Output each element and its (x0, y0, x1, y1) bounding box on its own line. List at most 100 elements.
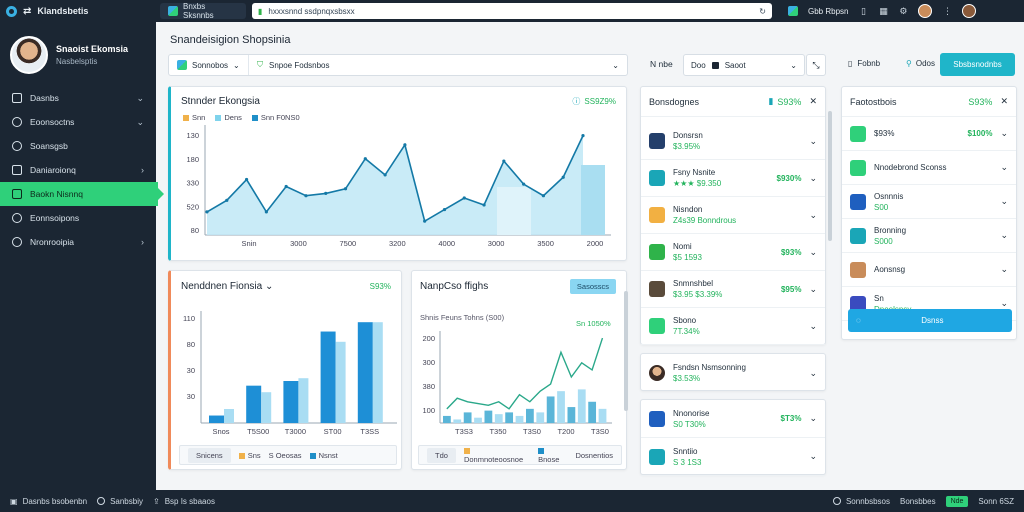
combo-chart: 200 300 380 100 T3S3 T350 T3S0 T200 T3S0 (422, 331, 612, 436)
collapse-button[interactable]: ⤡ (806, 54, 826, 76)
chevron-down-icon[interactable]: ⌄ (1000, 162, 1008, 173)
status-mid[interactable]: Sanbsbiy (97, 497, 143, 506)
grid-icon[interactable]: ▦ (878, 6, 888, 16)
app-brand[interactable]: ⇄ Klandsbetis (0, 5, 160, 17)
chevron-down-icon[interactable]: ⌄ (1000, 128, 1008, 139)
list-item[interactable]: $93% $100% ⌄ (842, 117, 1016, 151)
status-mid-2[interactable]: ⇪ Bsp Is sbaaos (153, 497, 215, 506)
status-right-2[interactable]: Bonsbbes (900, 497, 936, 506)
status-badge[interactable]: Nde (945, 495, 969, 507)
y-tick-label: 130 (186, 131, 199, 140)
chevron-down-icon[interactable]: ⌄ (809, 368, 817, 379)
profile-app-icon (788, 6, 798, 16)
footer-button[interactable]: Snicens (188, 447, 231, 463)
sidebar-item[interactable]: Eoonsoctns ⌄ (0, 110, 156, 134)
item-name: Nisndon (673, 205, 703, 214)
refresh-icon[interactable]: ↻ (759, 7, 766, 16)
url-text: hxxxsnnd ssdpnqxsbsxx (268, 6, 355, 16)
chevron-down-icon[interactable]: ⌄ (809, 136, 817, 147)
account-label[interactable]: Gbb Rbpsn (808, 7, 848, 16)
bar (588, 401, 597, 423)
item-sub: $5 1593 (673, 253, 702, 262)
sidebar-item[interactable]: Daniaroionq › (0, 158, 156, 182)
document-icon[interactable]: ▯ (858, 6, 868, 16)
data-point (482, 203, 486, 207)
item-name: Snntiio (673, 446, 698, 456)
list-item[interactable]: Nnodebrond Sconss ⌄ (842, 151, 1016, 185)
bar (557, 391, 565, 423)
options-link[interactable]: ⚲ Odos (906, 59, 935, 68)
primary-action-button[interactable]: Sbsbsnodnbs (940, 53, 1015, 76)
status-right-1[interactable]: Sonnbsbsos (832, 497, 890, 506)
chevron-down-icon[interactable]: ⌄ (1000, 196, 1008, 207)
sidebar-item[interactable]: Soansgsb (0, 134, 156, 158)
chevron-down-icon[interactable]: ⌄ (1000, 264, 1008, 275)
chevron-down-icon[interactable]: ⌄ (809, 173, 817, 184)
sidebar-item[interactable]: Dasnbs ⌄ (0, 86, 156, 110)
sidebar-item[interactable]: Eonnsoipons (0, 206, 156, 230)
app-icon (649, 207, 665, 223)
settings-icon[interactable]: ⚙ (898, 6, 908, 16)
list-item[interactable]: Nnonorise S0 T30% $T3% ⌄ (641, 400, 825, 438)
user-avatar-2[interactable] (962, 4, 977, 18)
bar (494, 414, 503, 423)
list-item[interactable]: Fsndsn Nsmsonning $3.53% ⌄ (641, 354, 825, 392)
user-profile[interactable]: Snaoist Ekomsia Nasbelsptis (0, 22, 156, 86)
detail-action-button[interactable]: ◌ Dsnss (848, 309, 1012, 332)
panel-title: Bonsdognes (649, 96, 700, 107)
list-item[interactable]: Nomi $5 1593 $93% ⌄ (641, 234, 825, 271)
list-item[interactable]: Snntiio S 3 1S3 ⌄ (641, 438, 825, 476)
address-bar[interactable]: ▮ hxxxsnnd ssdpnqxsbsxx ↻ (252, 3, 772, 19)
back-arrow-icon[interactable]: ⇄ (23, 6, 31, 17)
list-item[interactable]: Donsrsn $3.95% ⌄ (641, 123, 825, 160)
source-dropdown[interactable]: Sonnobos ⌄ (169, 55, 249, 75)
list-item[interactable]: Snmnshbel $3.95 $3.39% $95% ⌄ (641, 271, 825, 308)
item-sub: 7T.34% (673, 327, 700, 336)
chevron-down-icon[interactable]: ⌄ (809, 321, 817, 332)
x-tick-label: 3500 (537, 239, 554, 248)
chevron-down-icon[interactable]: ⌄ (809, 284, 817, 295)
sidebar-nav: Dasnbs ⌄ Eoonsoctns ⌄ Soansgsb Daniaroionq › Ba… (0, 86, 164, 254)
chevron-down-icon[interactable]: ⌄ (809, 247, 817, 258)
bar (453, 419, 462, 423)
bar (372, 322, 383, 423)
chevron-down-icon[interactable]: ⌄ (809, 413, 817, 424)
list-item[interactable]: Bronning S000 ⌄ (842, 219, 1016, 253)
list-item[interactable]: Fsny Nsnite ★★★ $9.350 $930% ⌄ (641, 160, 825, 197)
contact-card[interactable]: Fsndsn Nsmsonning $3.53% ⌄ (640, 353, 826, 391)
scrollbar[interactable] (828, 111, 832, 241)
status-right-3[interactable]: Sonn 6SZ (978, 497, 1014, 506)
data-point (264, 210, 268, 214)
list-item[interactable]: Sbono 7T.34% ⌄ (641, 308, 825, 345)
bar (546, 396, 555, 423)
close-icon[interactable]: ✕ (1000, 96, 1008, 107)
chevron-down-icon[interactable]: ⌄ (809, 451, 817, 462)
bar (320, 331, 336, 423)
period-select[interactable]: Doo Saoot ⌄ (683, 54, 805, 76)
scope-dropdown[interactable]: ⛉ Snpoe Fodsnbos ⌄ (249, 60, 627, 70)
chevron-down-icon[interactable]: ⌄ (809, 210, 817, 221)
chevron-down-icon[interactable]: ⌄ (1000, 298, 1008, 309)
browser-tab[interactable]: Bnxbs Sksnnbs (160, 2, 246, 20)
list-item[interactable]: Aonsnsg ⌄ (842, 253, 1016, 287)
data-point (363, 157, 367, 161)
list-item[interactable]: Nisndon Z4s39 Bonndrous ⌄ (641, 197, 825, 234)
more-icon[interactable]: ⋮ (942, 6, 952, 16)
app-icon (850, 159, 866, 176)
item-sub: $3.95 $3.39% (673, 290, 723, 299)
sidebar-item[interactable]: Nronrooipia › (0, 230, 156, 254)
status-left[interactable]: ▣ Dasnbs bsobenbn (10, 497, 87, 506)
sidebar-item[interactable]: Baokn Nisnnq (0, 182, 164, 206)
status-badge-label: Nde (945, 495, 969, 507)
status-left-label: Dasnbs bsobenbn (22, 496, 88, 506)
list-item[interactable]: Osnnnis S00 ⌄ (842, 185, 1016, 219)
chevron-down-icon[interactable]: ⌄ (1000, 230, 1008, 241)
scrollbar[interactable] (624, 291, 628, 411)
user-avatar[interactable] (918, 4, 933, 18)
data-point (462, 196, 466, 200)
nav-icon (12, 189, 22, 199)
bar (463, 412, 472, 423)
export-link[interactable]: ▯ Fobnb (848, 59, 880, 68)
close-icon[interactable]: ✕ (809, 96, 817, 107)
footer-button[interactable]: Tdo (427, 447, 456, 463)
